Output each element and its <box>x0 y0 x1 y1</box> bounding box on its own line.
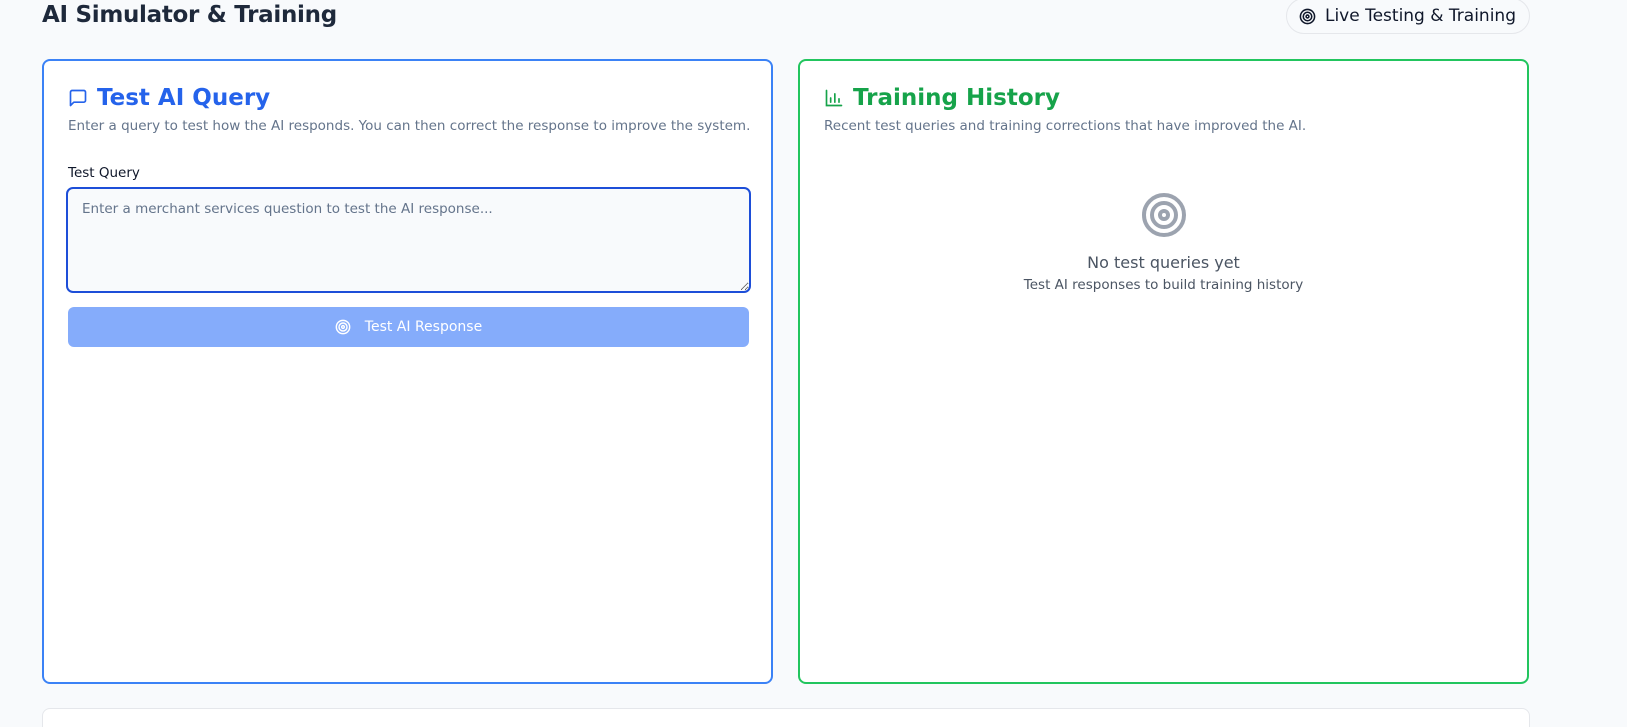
test-ai-query-title-text: Test AI Query <box>97 85 271 111</box>
bottom-section-card <box>42 708 1530 727</box>
empty-state-subtitle: Test AI responses to build training hist… <box>1023 277 1304 293</box>
bar-chart-icon <box>824 88 844 108</box>
target-icon <box>335 319 351 335</box>
test-query-input[interactable] <box>66 187 751 293</box>
training-history-title: Training History <box>824 85 1060 111</box>
empty-state-title: No test queries yet <box>1087 253 1240 272</box>
message-square-icon <box>68 88 88 108</box>
training-history-card: Training History Recent test queries and… <box>798 59 1529 684</box>
target-icon <box>1299 8 1316 25</box>
test-ai-response-label: Test AI Response <box>364 319 483 335</box>
ai-simulator-page: AI Simulator & Training Live Testing & T… <box>0 0 1627 727</box>
test-query-label: Test Query <box>68 165 140 181</box>
test-ai-query-title: Test AI Query <box>68 85 270 111</box>
training-history-description: Recent test queries and training correct… <box>824 118 1307 134</box>
page-header: AI Simulator & Training Live Testing & T… <box>42 0 1530 34</box>
badge-label: Live Testing & Training <box>1324 6 1516 26</box>
test-ai-query-description: Enter a query to test how the AI respond… <box>68 118 751 134</box>
test-ai-response-button[interactable]: Test AI Response <box>68 307 749 347</box>
training-history-empty-state: No test queries yet Test AI responses to… <box>800 191 1527 293</box>
target-icon <box>1140 191 1188 239</box>
test-ai-query-card: Test AI Query Enter a query to test how … <box>42 59 773 684</box>
page-title: AI Simulator & Training <box>42 2 337 28</box>
live-testing-badge: Live Testing & Training <box>1285 0 1530 34</box>
training-history-title-text: Training History <box>853 85 1060 111</box>
